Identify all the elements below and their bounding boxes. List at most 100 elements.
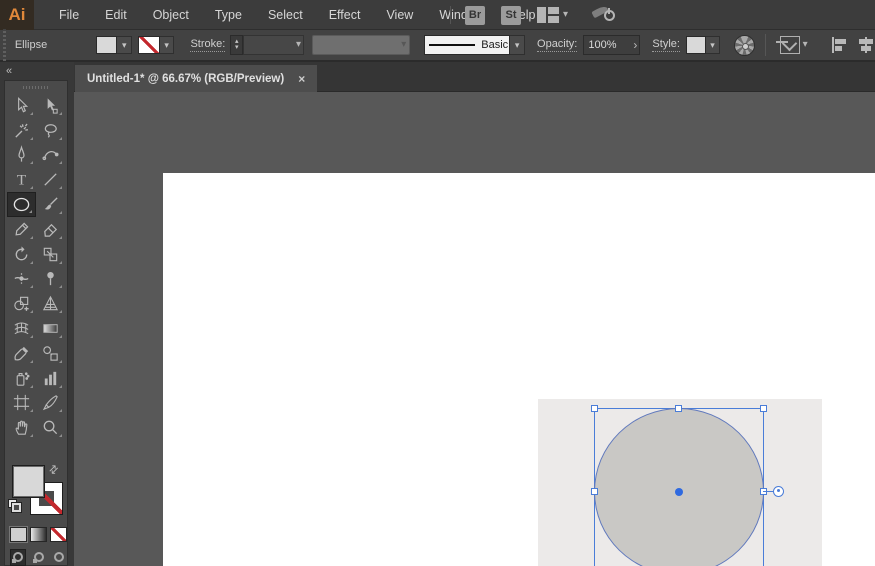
default-fill-stroke-icon[interactable] (8, 499, 22, 513)
zoom-tool[interactable] (36, 415, 65, 440)
recolor-artwork-icon[interactable] (734, 35, 755, 56)
shaper-tool[interactable] (7, 217, 36, 242)
lasso-tool[interactable] (36, 118, 65, 143)
control-bar-gripper[interactable] (0, 29, 9, 61)
stroke-color-swatch[interactable] (138, 36, 160, 54)
stroke-weight-stepper[interactable]: ▴▾ (230, 35, 243, 55)
blend-tool[interactable] (36, 341, 65, 366)
menu-object[interactable]: Object (140, 0, 202, 30)
direct-selection-tool[interactable] (36, 93, 65, 118)
scale-tool[interactable] (36, 242, 65, 267)
menu-edit[interactable]: Edit (92, 0, 140, 30)
draw-inside-icon[interactable] (51, 549, 67, 566)
menu-effect[interactable]: Effect (316, 0, 374, 30)
symbol-sprayer-tool[interactable] (7, 366, 36, 391)
workspace-switcher-icon[interactable] (537, 7, 559, 23)
rotate-tool[interactable] (7, 242, 36, 267)
eyedropper-tool[interactable] (7, 341, 36, 366)
stroke-weight-combo[interactable]: ▾ (243, 35, 304, 55)
select-similar-chevron-icon[interactable]: ▾ (803, 40, 808, 50)
stroke-style-combo[interactable]: Basic (424, 35, 510, 55)
document-tab[interactable]: Untitled-1* @ 66.67% (RGB/Preview) × (75, 65, 317, 92)
selection-center-point[interactable] (675, 488, 683, 496)
handle-top-right[interactable] (760, 405, 767, 412)
hand-tool[interactable] (7, 415, 36, 440)
app-logo: Ai (0, 0, 34, 30)
mesh-tool[interactable] (7, 316, 36, 341)
menu-file[interactable]: File (46, 0, 92, 30)
shape-builder-tool[interactable] (7, 291, 36, 316)
type-tool[interactable] (7, 167, 36, 192)
opacity-expand-icon[interactable]: › (633, 36, 637, 54)
stroke-style-chevron-icon[interactable]: ▾ (510, 35, 525, 55)
selection-tool[interactable] (7, 93, 36, 118)
slice-tool[interactable] (36, 391, 65, 416)
menu-type[interactable]: Type (202, 0, 255, 30)
handle-top-left[interactable] (591, 405, 598, 412)
handle-top-center[interactable] (675, 405, 682, 412)
ellipse-tool[interactable] (7, 192, 36, 217)
line-segment-tool[interactable] (36, 167, 65, 192)
bridge-button[interactable]: Br (465, 6, 485, 25)
horizontal-align-center-icon[interactable] (857, 36, 875, 54)
perspective-grid-tool[interactable] (36, 291, 65, 316)
gradient-tool[interactable] (36, 316, 65, 341)
document-area: Untitled-1* @ 66.67% (RGB/Preview) × (74, 62, 875, 566)
color-mode-button[interactable] (10, 527, 27, 542)
opacity-field[interactable]: 100% › (583, 35, 640, 55)
swap-fill-stroke-icon[interactable]: ⇄ (46, 462, 62, 478)
collapse-panel-icon[interactable]: « (6, 65, 12, 77)
magic-wand-tool[interactable] (7, 118, 36, 143)
selection-bounding-box (594, 408, 764, 566)
stroke-color-chevron-icon[interactable]: ▾ (160, 36, 175, 54)
stroke-weight-label[interactable]: Stroke: (190, 38, 225, 52)
stepper-down-icon[interactable]: ▾ (235, 45, 239, 51)
stroke-style-value: Basic (481, 39, 508, 51)
left-dock: « (0, 62, 74, 566)
stroke-preview-line (429, 44, 475, 46)
stroke-weight-chevron-icon[interactable]: ▾ (296, 40, 301, 50)
puppet-warp-tool[interactable] (36, 267, 65, 292)
opacity-value: 100% (588, 39, 616, 51)
draw-normal-icon[interactable] (10, 549, 26, 566)
none-mode-button[interactable] (50, 527, 67, 542)
opacity-label[interactable]: Opacity: (537, 38, 577, 52)
menu-view[interactable]: View (373, 0, 426, 30)
handle-middle-left[interactable] (591, 488, 598, 495)
touch-workspace-icon[interactable] (590, 5, 616, 25)
style-chevron-icon[interactable]: ▾ (706, 36, 721, 54)
gradient-mode-button[interactable] (30, 527, 47, 542)
draw-behind-icon[interactable] (31, 549, 47, 566)
menu-divider (450, 6, 451, 24)
canvas-pasteboard[interactable] (74, 92, 875, 566)
select-similar-objects-icon[interactable] (780, 36, 800, 54)
menu-select[interactable]: Select (255, 0, 316, 30)
artboard[interactable] (163, 173, 875, 566)
close-tab-icon[interactable]: × (298, 72, 305, 86)
column-graph-tool[interactable] (36, 366, 65, 391)
fill-mode-buttons (5, 523, 67, 545)
illustrator-window: Ai File Edit Object Type Select Effect V… (0, 0, 875, 566)
drawing-mode-buttons (5, 547, 67, 566)
brush-chevron-icon: ▾ (401, 40, 409, 50)
panel-drag-handle[interactable] (5, 81, 67, 93)
style-label[interactable]: Style: (652, 38, 680, 52)
control-bar: Ellipse ▾ ▾ Stroke: ▴▾ ▾ ▾ Basic ▾ Opaci… (0, 30, 875, 62)
eraser-tool[interactable] (36, 217, 65, 242)
stock-button[interactable]: St (501, 6, 521, 25)
fill-color-swatch[interactable] (96, 36, 118, 54)
pen-tool[interactable] (7, 143, 36, 168)
fill-color-chevron-icon[interactable]: ▾ (117, 36, 132, 54)
workspace-chevron-icon[interactable]: ▾ (563, 10, 568, 20)
style-swatch[interactable] (686, 36, 706, 54)
brush-definition-combo-disabled: ▾ (312, 35, 410, 55)
paintbrush-tool[interactable] (36, 192, 65, 217)
live-shape-widget-handle[interactable] (773, 486, 784, 497)
active-tool-label: Ellipse (15, 39, 76, 51)
horizontal-align-left-icon[interactable] (830, 36, 848, 54)
width-tool[interactable] (7, 267, 36, 292)
curvature-tool[interactable] (36, 143, 65, 168)
fill-swatch[interactable] (12, 465, 45, 498)
artboard-tool[interactable] (7, 391, 36, 416)
tool-grid (5, 93, 67, 440)
